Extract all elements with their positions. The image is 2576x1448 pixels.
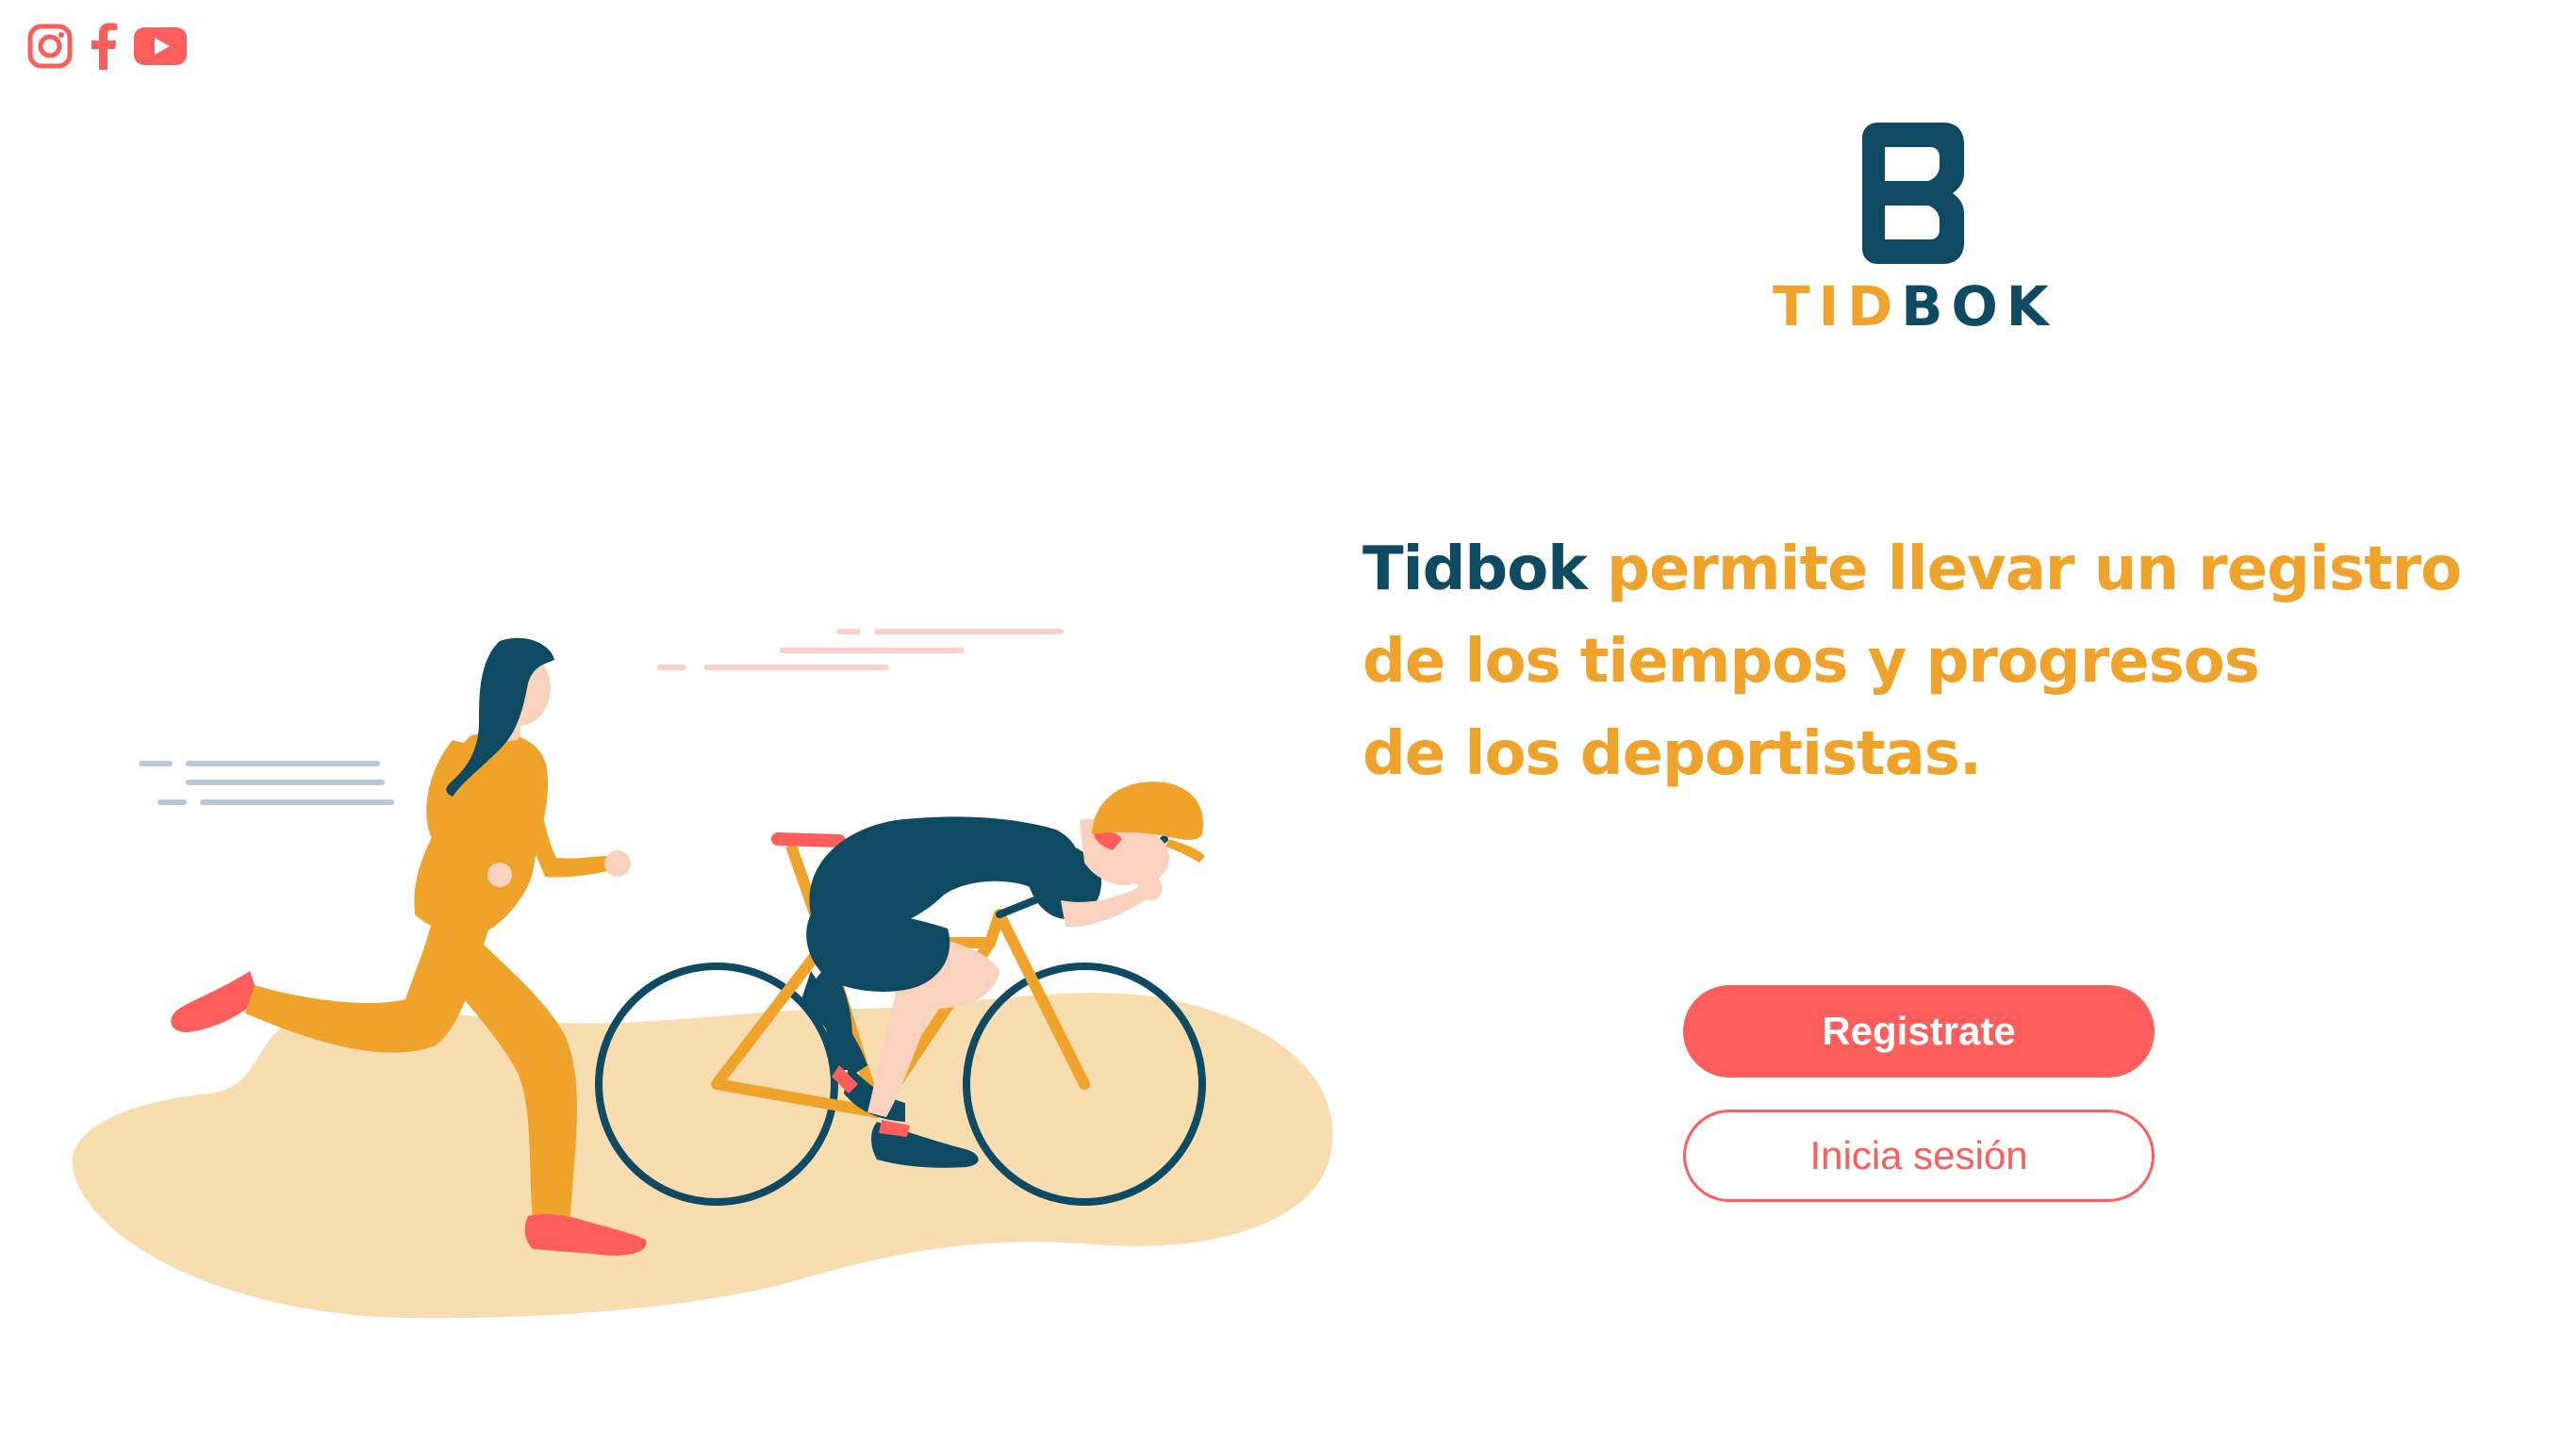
runner-cyclist-illustration <box>72 629 1333 1319</box>
logo-b-mark-icon <box>1862 123 1964 264</box>
headline-line-1: Tidbok permite llevar un registro <box>1362 523 2532 616</box>
headline-brand: Tidbok <box>1362 535 1588 604</box>
headline-line-2: de los tiempos y progresos <box>1362 627 2260 697</box>
runner-speed-lines <box>139 761 394 805</box>
youtube-icon[interactable] <box>134 27 187 65</box>
headline-line-3: de los deportistas. <box>1362 719 1982 789</box>
login-button[interactable]: Inicia sesión <box>1683 1110 2155 1202</box>
tidbok-logo: TIDBOK <box>1773 123 2056 334</box>
cyclist-speed-lines <box>657 629 1064 670</box>
landing-page: TIDBOK Tidbok permite llevar un registro… <box>0 0 2576 1448</box>
register-button[interactable]: Registrate <box>1683 985 2155 1078</box>
logo-word-part-2: BOK <box>1901 274 2057 338</box>
facebook-icon[interactable] <box>89 23 119 70</box>
instagram-icon[interactable] <box>26 23 74 70</box>
logo-word-part-1: TID <box>1773 274 1902 338</box>
logo-wordmark: TIDBOK <box>1773 279 2056 334</box>
social-links <box>26 23 187 70</box>
headline-line-1-rest: permite llevar un registro <box>1586 535 2462 604</box>
sand-ground-shape <box>72 993 1333 1319</box>
hero-headline: Tidbok permite llevar un registro de los… <box>1362 523 2532 800</box>
